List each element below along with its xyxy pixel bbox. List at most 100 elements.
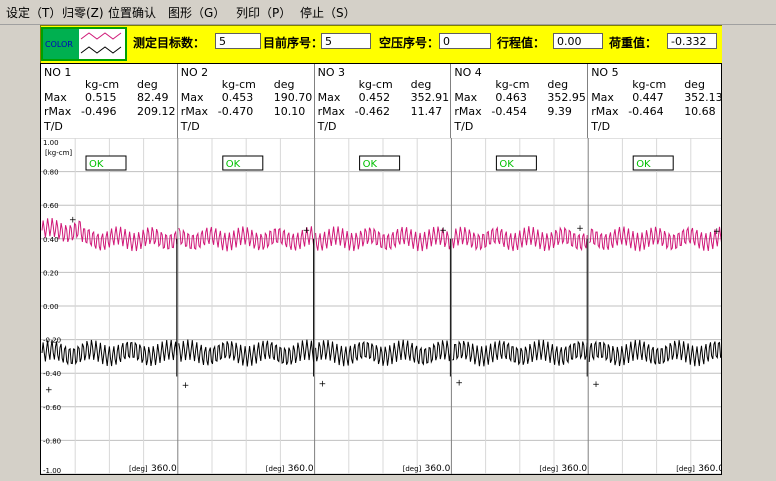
status-ok: OK — [363, 159, 378, 170]
menu-settings[interactable]: 设定（T） — [6, 4, 61, 21]
menu-position[interactable]: 位置确认 — [108, 4, 156, 21]
header-unit-kgcm: kg-cm — [358, 78, 393, 91]
load-label: 荷重值： — [609, 36, 658, 50]
max-value: 0.452 — [358, 91, 391, 104]
rmax-label: rMax — [591, 105, 619, 118]
td-label: T/D — [180, 120, 200, 133]
rmax-marker: + — [45, 385, 53, 395]
header-cell-1: NO 1 kg-cm deg Max 0.515 82.49 rMax -0.496 209.1… — [41, 64, 178, 138]
y-tick-label: 0.80 — [43, 169, 59, 177]
header-cell-3: NO 3 kg-cm deg Max 0.452 352.91 rMax -0.462 11.4… — [315, 64, 452, 138]
header-unit-deg: deg — [684, 78, 705, 91]
stroke-label: 行程值： — [497, 36, 546, 50]
max-marker: + — [69, 215, 77, 225]
rmax-value: -0.470 — [217, 105, 254, 118]
deg-value: 360.0 — [698, 464, 721, 474]
load-field[interactable]: -0.332 — [667, 33, 717, 49]
max-deg: 352.91 — [410, 91, 450, 104]
header-cell-5: NO 5 kg-cm deg Max 0.447 352.13 rMax -0.464 10.6… — [588, 64, 725, 138]
deg-label: [deg] — [676, 465, 695, 473]
header-unit-deg: deg — [273, 78, 295, 91]
menu-graph[interactable]: 图形（G） — [168, 4, 225, 21]
deg-label: [deg] — [403, 465, 422, 473]
rmax-deg: 11.47 — [410, 105, 443, 118]
negative-trace — [588, 339, 721, 367]
max-deg: 82.49 — [137, 91, 169, 104]
header-unit-kgcm: kg-cm — [221, 78, 256, 91]
td-label: T/D — [591, 120, 611, 133]
rmax-label: rMax — [317, 105, 345, 118]
y-axis-unit: [kg-cm] — [45, 149, 72, 157]
rmax-deg: 10.10 — [273, 105, 306, 118]
rmax-label: rMax — [44, 105, 72, 118]
max-label: Max — [454, 91, 478, 104]
max-label: Max — [180, 91, 204, 104]
menu-stop[interactable]: 停止（S） — [300, 4, 356, 21]
header-unit-kgcm: kg-cm — [85, 78, 120, 91]
status-ok: OK — [636, 159, 651, 170]
header-unit-kgcm: kg-cm — [495, 78, 530, 91]
control-panel: COLOR 测定目标数： 5 目前序号： 5 空压序号： 0 行程值： 0.00… — [40, 25, 724, 65]
y-tick-label: 1.00 — [43, 139, 59, 147]
header-cell-4: NO 4 kg-cm deg Max 0.463 352.95 rMax -0.454 9.39… — [451, 64, 589, 138]
current-seq-field[interactable]: 5 — [321, 33, 371, 49]
y-tick-label: 0.00 — [43, 303, 59, 311]
rmax-value: -0.454 — [491, 105, 527, 118]
status-ok: OK — [89, 159, 104, 170]
y-tick-label: -0.80 — [43, 437, 61, 445]
rmax-value: -0.496 — [81, 105, 117, 118]
color-label: COLOR — [45, 40, 73, 49]
header-unit-kgcm: kg-cm — [632, 78, 667, 91]
rmax-marker: + — [319, 380, 327, 390]
td-label: T/D — [317, 120, 337, 133]
header-no: NO 1 — [44, 66, 72, 79]
stroke-field[interactable]: 0.00 — [553, 33, 603, 49]
header-unit-deg: deg — [410, 78, 432, 91]
target-count-field[interactable]: 5 — [215, 33, 261, 49]
right-panel — [722, 25, 776, 481]
header-no: NO 4 — [454, 66, 482, 79]
rmax-deg: 10.68 — [684, 105, 716, 118]
header-no: NO 5 — [591, 66, 619, 79]
max-value: 0.463 — [495, 91, 527, 104]
header-unit-deg: deg — [137, 78, 158, 91]
y-tick-label: -0.40 — [43, 370, 61, 378]
rmax-value: -0.462 — [354, 105, 391, 118]
status-ok: OK — [499, 159, 514, 170]
td-label: T/D — [454, 120, 474, 133]
y-tick-label: -0.60 — [43, 404, 61, 412]
rmax-marker: + — [182, 381, 190, 391]
rmax-deg: 9.39 — [547, 105, 572, 118]
header-no: NO 2 — [180, 66, 209, 79]
rmax-label: rMax — [454, 105, 482, 118]
y-tick-label: 0.60 — [43, 202, 59, 210]
rmax-marker: + — [592, 380, 600, 390]
max-label: Max — [317, 91, 341, 104]
max-deg: 190.70 — [273, 91, 313, 104]
rmax-label: rMax — [180, 105, 209, 118]
menu-print[interactable]: 列印（P） — [236, 4, 291, 21]
empty-seq-field[interactable]: 0 — [439, 33, 491, 49]
deg-value: 360.0 — [425, 464, 451, 474]
deg-label: [deg] — [129, 465, 148, 473]
max-deg: 352.13 — [684, 91, 723, 104]
header-no: NO 3 — [317, 66, 345, 79]
y-tick-label: 0.20 — [43, 269, 59, 277]
color-wave-icon — [80, 32, 122, 54]
td-label: T/D — [44, 120, 63, 133]
menu-zero[interactable]: 归零(Z) — [62, 4, 104, 21]
plot-area: NO 1 kg-cm deg Max 0.515 82.49 rMax -0.496 209.1… — [40, 63, 725, 475]
max-marker: + — [303, 226, 311, 236]
deg-value: 360.0 — [288, 464, 314, 474]
rmax-marker: + — [455, 378, 463, 388]
max-marker: + — [439, 226, 447, 236]
color-button[interactable]: COLOR — [41, 27, 127, 61]
max-value: 0.447 — [632, 91, 664, 104]
empty-seq-label: 空压序号： — [379, 36, 440, 50]
torque-chart: 1.000.800.600.400.200.00-0.20-0.40-0.60-… — [41, 138, 721, 474]
status-ok: OK — [226, 159, 241, 170]
deg-label: [deg] — [539, 465, 558, 473]
current-seq-label: 目前序号： — [263, 36, 324, 50]
max-label: Max — [591, 91, 614, 104]
deg-value: 360.0 — [561, 464, 587, 474]
